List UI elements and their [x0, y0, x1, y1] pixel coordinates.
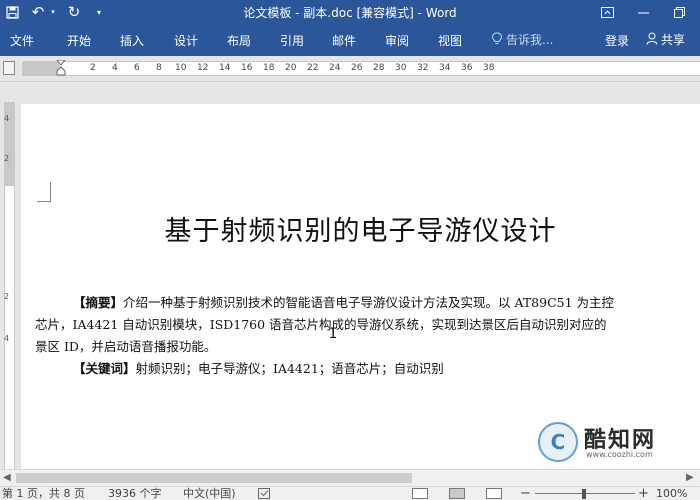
ruler-number: 8: [156, 63, 162, 73]
zoom-in-icon[interactable]: +: [638, 487, 649, 500]
word-count[interactable]: 3936 个字: [108, 488, 162, 500]
share-button[interactable]: 共享: [646, 31, 685, 48]
abstract-text: 介绍一种基于射频识别技术的智能语音电子导游仪设计方法及实现。以 AT89C51 …: [123, 295, 615, 310]
ruler-number: 34: [439, 63, 451, 73]
tab-design[interactable]: 设计: [174, 32, 198, 49]
ruler-number: 10: [175, 63, 187, 73]
zoom-level[interactable]: 100%: [656, 488, 687, 500]
print-layout-icon[interactable]: [449, 488, 465, 499]
person-icon: [646, 32, 658, 48]
keywords-line[interactable]: 【关键词】射频识别；电子导游仪；IA4421；语音芯片；自动识别: [35, 358, 700, 380]
vertical-ruler-number: 4: [4, 334, 10, 343]
share-label: 共享: [661, 33, 686, 47]
abstract-label: 【摘要】: [73, 295, 124, 310]
ruler-number: 24: [329, 63, 341, 73]
tell-me-box[interactable]: 告诉我...: [492, 31, 553, 48]
tab-review[interactable]: 审阅: [385, 32, 409, 49]
vertical-ruler-number: 2: [4, 154, 10, 163]
document-heading[interactable]: 基于射频识别的电子导游仪设计: [21, 209, 700, 248]
horizontal-scrollbar[interactable]: ◀ ▶: [0, 469, 700, 486]
restore-icon[interactable]: [664, 0, 694, 24]
ruler-number: 14: [219, 63, 231, 73]
zoom-slider-thumb[interactable]: [582, 489, 586, 499]
ruler-number: 20: [285, 63, 297, 73]
ruler-number: 12: [197, 63, 209, 73]
tab-layout[interactable]: 布局: [227, 32, 251, 49]
tab-mailings[interactable]: 邮件: [332, 32, 356, 49]
abstract-line[interactable]: 景区 ID，并启动语音播报功能。: [35, 336, 700, 358]
tab-home[interactable]: 开始: [67, 32, 91, 49]
vertical-ruler[interactable]: 4 2 2 4: [0, 82, 18, 482]
status-bar: 第 1 页，共 8 页 3936 个字 中文(中国) − + 100%: [0, 486, 700, 500]
horizontal-ruler[interactable]: 2 4 6 8 10 12 14 16 18 20 22 24 26 28 30…: [0, 56, 700, 82]
minimize-icon[interactable]: [628, 0, 658, 24]
proofing-icon[interactable]: [258, 488, 272, 500]
web-layout-icon[interactable]: [486, 488, 502, 499]
ruler-scale: 2 4 6 8 10 12 14 16 18 20 22 24 26 28 30…: [22, 60, 700, 77]
text-cursor-icon: I: [329, 326, 338, 342]
ruler-number: 6: [134, 63, 140, 73]
tab-view[interactable]: 视图: [438, 32, 462, 49]
logo-url: www.coozhi.com: [586, 450, 653, 459]
tab-references[interactable]: 引用: [280, 32, 304, 49]
ruler-number: 36: [461, 63, 473, 73]
logo-circle-icon: C: [538, 422, 578, 462]
ribbon-display-icon[interactable]: [592, 0, 622, 24]
keywords-text: 射频识别；电子导游仪；IA4421；语音芯片；自动识别: [135, 361, 444, 376]
ribbon-tabs: 文件 开始 插入 设计 布局 引用 邮件 审阅 视图 告诉我... 登录 共享: [0, 24, 700, 56]
ruler-number: 4: [112, 63, 118, 73]
ruler-left-margin: [22, 62, 60, 75]
vertical-ruler-number: 2: [4, 292, 10, 301]
tab-insert[interactable]: 插入: [120, 32, 144, 49]
indent-marker-icon[interactable]: [56, 60, 66, 77]
abstract-line[interactable]: 芯片，IA4421 自动识别模块，ISD1760 语音芯片构成的导游仪系统，实现…: [35, 314, 700, 336]
ruler-number: 30: [395, 63, 407, 73]
ruler-number: 22: [307, 63, 319, 73]
ruler-number: 2: [90, 63, 96, 73]
keywords-label: 【关键词】: [73, 361, 136, 376]
ruler-number: 16: [241, 63, 253, 73]
tab-selector[interactable]: [3, 61, 15, 75]
document-workspace: 基于射频识别的电子导游仪设计 【摘要】介绍一种基于射频识别技术的智能语音电子导游…: [18, 82, 700, 469]
ruler-number: 26: [351, 63, 363, 73]
margin-crop-mark: [37, 182, 51, 202]
ruler-number: 18: [263, 63, 275, 73]
ruler-number: 32: [417, 63, 429, 73]
ruler-number: 38: [483, 63, 495, 73]
document-page[interactable]: 基于射频识别的电子导游仪设计 【摘要】介绍一种基于射频识别技术的智能语音电子导游…: [21, 104, 700, 469]
ruler-number: 28: [373, 63, 385, 73]
zoom-out-icon[interactable]: −: [520, 487, 531, 500]
read-mode-icon[interactable]: [412, 488, 428, 499]
page-count[interactable]: 第 1 页，共 8 页: [2, 488, 85, 500]
title-bar: ↶ ▾ ↻ ▾ 论文模板 - 副本.doc [兼容模式] - Word: [0, 0, 700, 24]
abstract-line[interactable]: 【摘要】介绍一种基于射频识别技术的智能语音电子导游仪设计方法及实现。以 AT89…: [35, 292, 700, 314]
tell-me-placeholder: 告诉我...: [506, 33, 554, 47]
site-watermark-logo: C 酷知网 www.coozhi.com: [538, 422, 688, 466]
login-link[interactable]: 登录: [605, 32, 629, 49]
scroll-left-icon[interactable]: ◀: [3, 472, 11, 483]
vertical-ruler-number: 4: [4, 114, 10, 123]
tab-file[interactable]: 文件: [10, 32, 34, 49]
scrollbar-thumb[interactable]: [16, 473, 412, 483]
lightbulb-icon: [492, 32, 502, 48]
scroll-right-icon[interactable]: ▶: [686, 472, 694, 483]
language-indicator[interactable]: 中文(中国): [183, 488, 236, 500]
